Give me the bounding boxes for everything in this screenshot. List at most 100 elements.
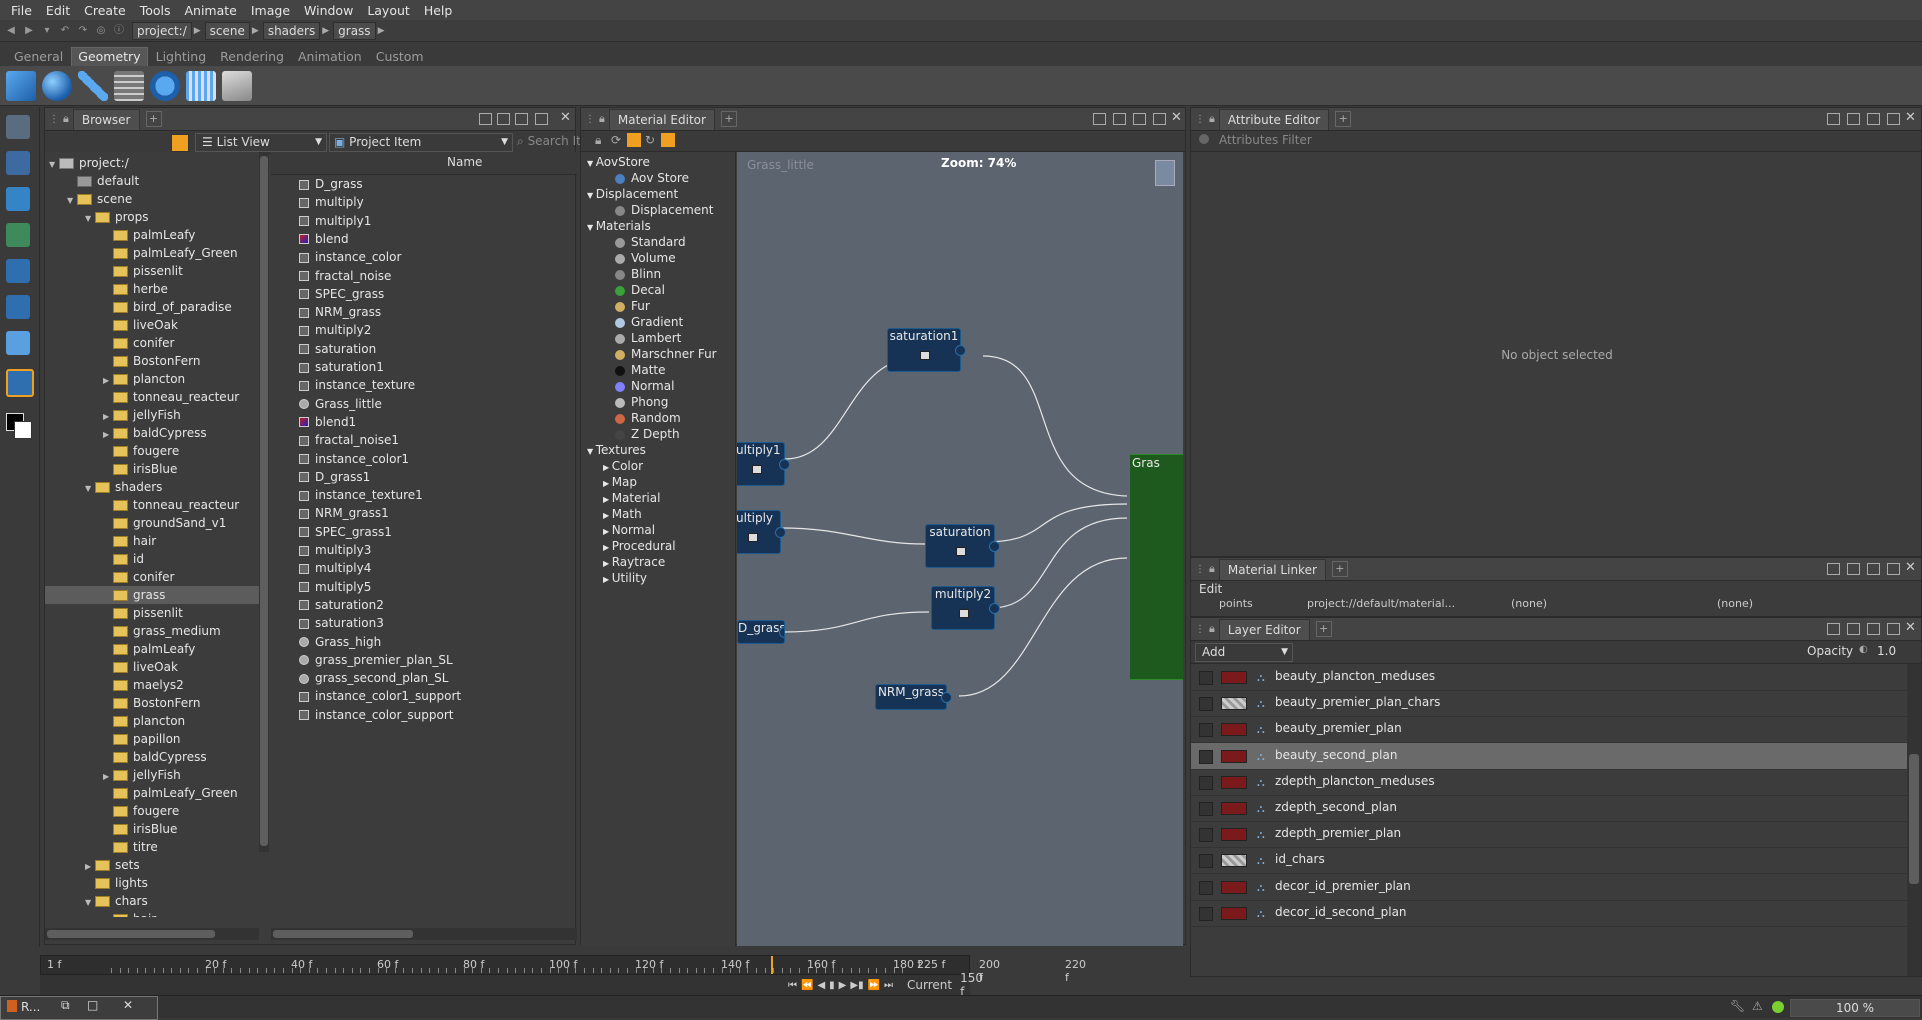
tree-item[interactable]: ▶ plancton (45, 370, 259, 388)
next-key-icon[interactable]: ⏩ (868, 980, 880, 991)
close-icon[interactable]: ✕ (1905, 620, 1916, 635)
close-icon[interactable]: ✕ (560, 110, 571, 125)
close-icon[interactable]: ✕ (1171, 110, 1182, 125)
tree-item[interactable]: palmLeafy_Green (45, 784, 259, 802)
library-group[interactable]: ▼ Displacement (587, 186, 678, 202)
list-item[interactable]: blend1 (271, 413, 577, 431)
list-item[interactable]: grass_premier_plan_SL (271, 651, 577, 669)
chevron-right-icon[interactable]: ▶ (603, 543, 612, 552)
tree-item[interactable]: ▶ sets (45, 856, 259, 874)
grid-icon[interactable] (186, 70, 216, 101)
library-group[interactable]: ▼ Textures (587, 442, 646, 458)
chevron-right-icon[interactable]: ▶ (603, 575, 612, 584)
time-ruler[interactable]: 1 f 20 f 40 f 60 f 80 f 100 f 120 f 140 f 160 f… (40, 955, 1086, 984)
layout-grid-icon[interactable] (1827, 113, 1840, 125)
tab-layer-editor[interactable]: Layer Editor (1218, 618, 1310, 640)
node-saturation[interactable]: saturation (925, 524, 1000, 568)
scale-tool-icon[interactable] (6, 187, 30, 211)
tab-browser[interactable]: Browser (72, 108, 140, 130)
output-port[interactable] (941, 692, 952, 703)
tree-item[interactable]: titre (45, 838, 259, 856)
pin-icon[interactable]: ⋮ (1195, 564, 1205, 575)
sphere-icon[interactable] (42, 70, 72, 101)
library-group[interactable]: ▼ AovStore (587, 154, 650, 170)
layout-grid-icon[interactable] (1827, 563, 1840, 575)
layer-visibility-checkbox[interactable] (1199, 749, 1213, 764)
tree-item[interactable]: grass (45, 586, 259, 604)
tree-item[interactable]: palmLeafy_Green (45, 244, 259, 262)
back-icon[interactable]: ◀ (4, 24, 18, 38)
list-item[interactable]: multiply5 (271, 578, 577, 596)
tree-item[interactable]: groundSand_v1 (45, 514, 259, 532)
tree-item[interactable]: fougere (45, 442, 259, 460)
maximize-icon[interactable] (1153, 113, 1166, 125)
chevron-right-icon[interactable]: ▶ (603, 495, 612, 504)
tab-material-linker[interactable]: Material Linker (1218, 558, 1326, 580)
chevron-right-icon[interactable]: ▶ (603, 511, 612, 520)
chevron-right-icon[interactable]: ▶ (603, 479, 612, 488)
breadcrumb-chevron-icon[interactable]: ▶ (252, 26, 259, 36)
move-tool-icon[interactable] (6, 115, 30, 139)
layer-visibility-checkbox[interactable] (1199, 906, 1213, 921)
cube-icon[interactable] (6, 70, 36, 101)
tree-item[interactable]: conifer (45, 334, 259, 352)
layout-grid-icon[interactable] (1093, 113, 1106, 125)
chevron-down-icon[interactable]: ▼ (587, 191, 596, 200)
layer-row[interactable]: ⛬ zdepth_second_plan (1191, 795, 1907, 822)
add-layer-select[interactable]: Add ▼ (1195, 643, 1293, 662)
library-item[interactable]: Standard (615, 234, 686, 250)
warning-icon[interactable]: ⚠ (1752, 999, 1763, 1013)
node-graph[interactable]: Grass_little Zoom: 74% saturation1 ultip… (737, 152, 1183, 946)
list-item[interactable]: instance_color (271, 248, 577, 266)
list-item[interactable]: multiply1 (271, 212, 577, 230)
breadcrumb-item[interactable]: project:/ (132, 21, 192, 40)
library-item[interactable]: Displacement (615, 202, 714, 218)
tree-item[interactable]: maelys2 (45, 676, 259, 694)
end-frame[interactable]: 225 f (917, 958, 945, 971)
tree-item[interactable]: baldCypress (45, 748, 259, 766)
layout-columns-icon[interactable] (1867, 623, 1880, 635)
pin-icon[interactable]: ⋮ (585, 114, 595, 125)
info-icon[interactable]: ⓘ (112, 24, 126, 38)
chevron-down-icon[interactable]: ▼ (587, 223, 596, 232)
sync-icon[interactable]: ↻ (645, 133, 655, 147)
tree-item[interactable]: grass_medium (45, 622, 259, 640)
layer-visibility-checkbox[interactable] (1199, 671, 1213, 685)
output-port[interactable] (955, 345, 966, 356)
list-item[interactable]: saturation1 (271, 358, 577, 376)
maximize-icon[interactable] (1887, 563, 1900, 575)
list-item[interactable]: NRM_grass (271, 303, 577, 321)
library-item[interactable]: Random (615, 410, 681, 426)
tab-general[interactable]: General (8, 48, 69, 66)
cylinder-icon[interactable] (78, 70, 108, 101)
scroll-icon[interactable] (222, 70, 252, 101)
node-multiply[interactable]: ultiply (737, 510, 786, 554)
column-name[interactable]: Name (447, 155, 482, 169)
breadcrumb-chevron-icon[interactable]: ▶ (378, 26, 385, 36)
list-item[interactable]: Grass_little (271, 395, 577, 413)
background-color-swatch[interactable] (14, 421, 32, 439)
output-port[interactable] (779, 627, 784, 638)
close-icon[interactable]: ✕ (1905, 560, 1916, 575)
layer-visibility-checkbox[interactable] (1199, 854, 1213, 869)
list-item[interactable]: instance_texture (271, 376, 577, 394)
tab-custom[interactable]: Custom (370, 48, 430, 66)
output-port[interactable] (775, 527, 786, 538)
paint-tool-icon[interactable] (6, 151, 30, 175)
lock-icon[interactable]: 🔒︎ (63, 112, 69, 126)
tree-item[interactable]: liveOak (45, 658, 259, 676)
tree-item[interactable]: BostonFern (45, 352, 259, 370)
lock-icon[interactable]: 🔒︎ (1209, 112, 1215, 126)
start-frame[interactable]: 1 f (47, 958, 61, 971)
layer-visibility-checkbox[interactable] (1199, 775, 1213, 790)
list-item[interactable]: grass_second_plan_SL (271, 669, 577, 687)
list-item[interactable]: D_grass1 (271, 468, 577, 486)
tree-item[interactable]: pissenlit (45, 262, 259, 280)
library-item[interactable]: Blinn (615, 266, 661, 282)
forward-icon[interactable]: ▶ (22, 24, 36, 38)
tree-item[interactable]: tonneau_reacteur (45, 388, 259, 406)
tree-item[interactable]: hair (45, 910, 259, 917)
minimized-window[interactable]: R... ⧉ □ ✕ (0, 996, 158, 1020)
tree-item[interactable]: conifer (45, 568, 259, 586)
output-port[interactable] (989, 541, 1000, 552)
